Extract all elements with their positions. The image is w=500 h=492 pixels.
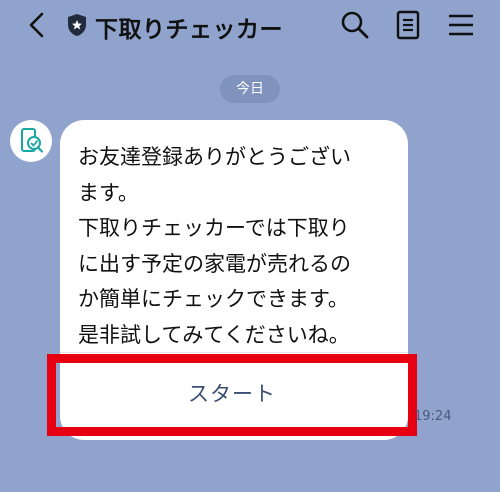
date-separator: 今日 [220, 75, 280, 103]
message-line: か簡単にチェックできます。 [78, 287, 349, 311]
shield-icon [68, 14, 86, 36]
start-button[interactable]: スタート [62, 366, 402, 422]
message-line: 是非試してみてくださいね。 [78, 322, 350, 347]
message-line: 下取りチェッカーでは下取り [78, 216, 350, 240]
message-text: お友達登録ありがとうござい ます。 下取りチェッカーでは下取り に出す予定の家電… [78, 140, 398, 353]
menu-icon[interactable] [446, 10, 476, 40]
bubble-divider [60, 352, 408, 353]
back-icon[interactable] [22, 10, 52, 40]
message-line: お友達登録ありがとうござい [78, 145, 351, 169]
avatar[interactable] [10, 120, 52, 162]
notes-icon[interactable] [393, 9, 423, 41]
search-icon[interactable] [339, 9, 371, 41]
message-timestamp: 19:24 [414, 409, 452, 424]
app-header: 下取りチェッカー [0, 0, 500, 52]
message-line: ます。 [78, 180, 139, 205]
page-title: 下取りチェッカー [95, 17, 283, 43]
message-line: に出す予定の家電が売れるの [78, 251, 351, 276]
phone-check-icon [21, 128, 44, 153]
